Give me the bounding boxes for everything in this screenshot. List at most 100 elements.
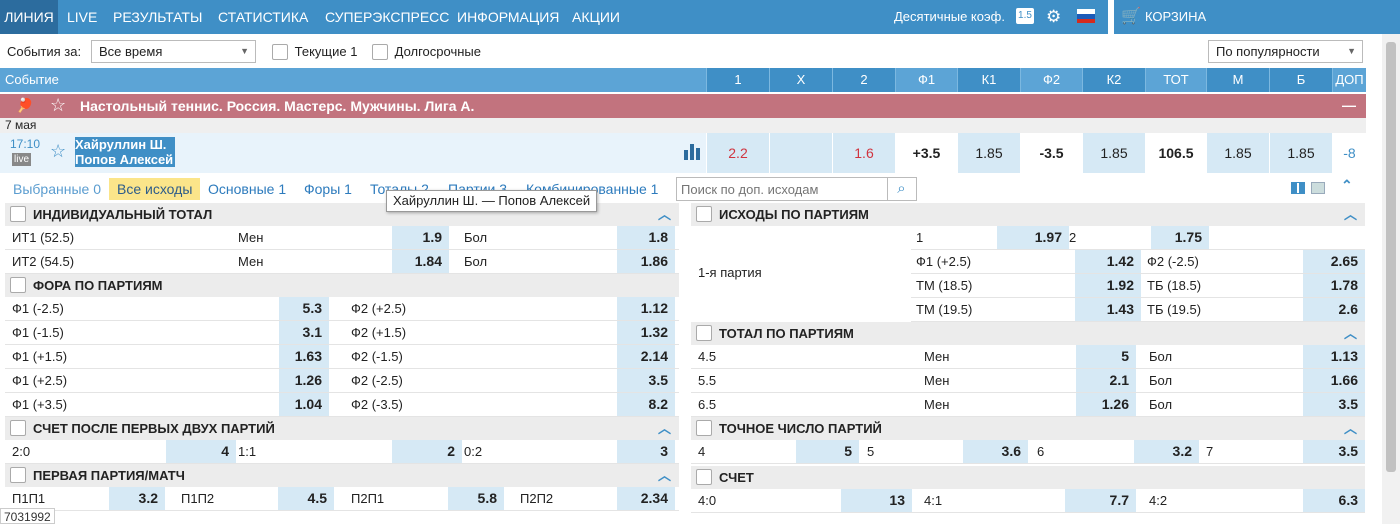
odd-value[interactable]: 3.2 xyxy=(109,487,165,510)
current-checkbox-wrap[interactable]: Текущие 1 xyxy=(272,43,357,60)
header-col-f1[interactable]: Ф1 xyxy=(895,68,957,92)
market-header[interactable]: ТОТАЛ ПО ПАРТИЯМ ︿ xyxy=(691,322,1365,345)
sort-select[interactable]: По популярности ▼ xyxy=(1208,40,1363,63)
tab-selected[interactable]: Выбранные 0 xyxy=(13,178,101,200)
header-col-m[interactable]: М xyxy=(1206,68,1269,92)
current-checkbox[interactable] xyxy=(272,43,288,60)
period-select[interactable]: Все время ▼ xyxy=(91,40,256,63)
odd-value[interactable]: 1.92 xyxy=(1075,274,1141,297)
odd-x[interactable] xyxy=(769,133,832,173)
tab-fora[interactable]: Форы 1 xyxy=(304,178,352,200)
scrollbar[interactable] xyxy=(1382,34,1400,524)
market-header[interactable]: ФОРА ПО ПАРТИЯМ xyxy=(5,274,679,297)
odd-value[interactable]: 1.04 xyxy=(279,393,329,416)
chevron-up-icon[interactable]: ︿ xyxy=(1344,322,1357,345)
decimal-odds-label[interactable]: Десятичные коэф. xyxy=(894,0,1005,34)
odd-value[interactable]: 2.65 xyxy=(1303,250,1365,273)
odd-k1[interactable]: 1.85 xyxy=(957,133,1020,173)
cart-icon[interactable]: 🛒 xyxy=(1121,0,1141,34)
odd-value[interactable]: 1.12 xyxy=(617,297,675,320)
collapse-icon[interactable]: — xyxy=(1342,94,1356,116)
two-column-view-icon[interactable] xyxy=(1291,182,1305,194)
odd-value[interactable]: 2.6 xyxy=(1303,298,1365,321)
market-checkbox[interactable] xyxy=(10,206,26,222)
odd-value[interactable]: 5.8 xyxy=(448,487,504,510)
odd-2[interactable]: 1.6 xyxy=(832,133,895,173)
odd-value[interactable]: 1.66 xyxy=(1303,369,1365,392)
odd-value[interactable]: 3.2 xyxy=(1134,440,1199,463)
odd-value[interactable]: 2.1 xyxy=(1076,369,1136,392)
market-checkbox[interactable] xyxy=(696,325,712,341)
odd-value[interactable]: 1.8 xyxy=(617,226,675,249)
league-row[interactable]: 🏓 ☆ Настольный теннис. Россия. Мастерс. … xyxy=(0,94,1366,118)
odd-value[interactable]: 3.5 xyxy=(617,369,675,392)
search-input[interactable] xyxy=(676,177,888,201)
russia-flag-icon[interactable] xyxy=(1077,9,1095,23)
odd-value[interactable]: 5.3 xyxy=(279,297,329,320)
odd-value[interactable]: 1.42 xyxy=(1075,250,1141,273)
nav-promo[interactable]: АКЦИИ xyxy=(572,0,620,34)
odd-value[interactable]: 3.5 xyxy=(1303,393,1365,416)
header-col-f2[interactable]: Ф2 xyxy=(1020,68,1082,92)
market-header[interactable]: СЧЕТ xyxy=(691,466,1365,489)
market-checkbox[interactable] xyxy=(10,467,26,483)
stats-chart-icon[interactable] xyxy=(684,142,702,160)
gear-icon[interactable]: ⚙ xyxy=(1046,0,1061,34)
market-checkbox[interactable] xyxy=(696,206,712,222)
nav-superexpress[interactable]: СУПЕРЭКСПРЕСС xyxy=(325,0,449,34)
odd-value[interactable]: 1.32 xyxy=(617,321,675,344)
chevron-up-icon[interactable]: ︿ xyxy=(658,203,671,226)
market-checkbox[interactable] xyxy=(10,277,26,293)
odd-value[interactable]: 6.3 xyxy=(1303,489,1365,512)
star-icon[interactable]: ☆ xyxy=(50,95,66,116)
odd-value[interactable]: 2.34 xyxy=(617,487,675,510)
odd-value[interactable]: 7.7 xyxy=(1065,489,1136,512)
header-col-dop[interactable]: ДОП xyxy=(1332,68,1366,92)
odd-value[interactable]: 8.2 xyxy=(617,393,675,416)
odd-value[interactable]: 2.14 xyxy=(617,345,675,368)
one-column-view-icon[interactable] xyxy=(1311,182,1325,194)
market-header[interactable]: СЧЕТ ПОСЛЕ ПЕРВЫХ ДВУХ ПАРТИЙ ︿ xyxy=(5,417,679,440)
odd-m[interactable]: 1.85 xyxy=(1206,133,1269,173)
odd-value[interactable]: 1.78 xyxy=(1303,274,1365,297)
tab-all[interactable]: Все исходы xyxy=(109,178,201,200)
odd-value[interactable]: 1.43 xyxy=(1075,298,1141,321)
header-col-b[interactable]: Б xyxy=(1269,68,1332,92)
odd-value[interactable]: 3.6 xyxy=(963,440,1028,463)
odd-value[interactable]: 1.13 xyxy=(1303,345,1365,368)
odd-value[interactable]: 5 xyxy=(1076,345,1136,368)
odd-value[interactable]: 4 xyxy=(166,440,236,463)
longterm-checkbox[interactable] xyxy=(372,43,388,60)
odd-value[interactable]: 2 xyxy=(392,440,462,463)
scrollbar-thumb[interactable] xyxy=(1386,42,1396,472)
header-col-tot[interactable]: ТОТ xyxy=(1145,68,1206,92)
cart-label[interactable]: КОРЗИНА xyxy=(1145,0,1206,34)
odd-value[interactable]: 1.26 xyxy=(279,369,329,392)
market-header[interactable]: ПЕРВАЯ ПАРТИЯ/МАТЧ ︿ xyxy=(5,464,679,487)
odd-b[interactable]: 1.85 xyxy=(1269,133,1332,173)
odd-value[interactable]: 3.5 xyxy=(1303,440,1365,463)
market-checkbox[interactable] xyxy=(696,420,712,436)
odd-value[interactable]: 1.63 xyxy=(279,345,329,368)
collapse-all-icon[interactable]: ⌃ xyxy=(1341,177,1353,194)
decimal-odds-badge[interactable]: 1.5 xyxy=(1016,8,1034,24)
header-col-1[interactable]: 1 xyxy=(706,68,769,92)
event-teams[interactable]: Хайруллин Ш. Попов Алексей xyxy=(75,137,176,167)
header-col-2[interactable]: 2 xyxy=(832,68,895,92)
search-icon[interactable]: ⌕ xyxy=(887,177,917,201)
chevron-up-icon[interactable]: ︿ xyxy=(1344,203,1357,226)
tab-main[interactable]: Основные 1 xyxy=(208,178,286,200)
header-col-x[interactable]: X xyxy=(769,68,832,92)
star-icon[interactable]: ☆ xyxy=(50,141,66,162)
odd-value[interactable]: 4.5 xyxy=(278,487,334,510)
market-header[interactable]: ИСХОДЫ ПО ПАРТИЯМ ︿ xyxy=(691,203,1365,226)
nav-info[interactable]: ИНФОРМАЦИЯ xyxy=(457,0,559,34)
market-checkbox[interactable] xyxy=(10,420,26,436)
event-row[interactable]: 17:10 live ☆ Хайруллин Ш. Попов Алексей … xyxy=(0,133,1366,173)
longterm-checkbox-wrap[interactable]: Долгосрочные xyxy=(372,43,481,60)
chevron-up-icon[interactable]: ︿ xyxy=(1344,417,1357,440)
odd-value[interactable]: 1.97 xyxy=(997,226,1069,249)
odd-value[interactable]: 1.84 xyxy=(392,250,449,273)
chevron-up-icon[interactable]: ︿ xyxy=(658,464,671,487)
header-col-k1[interactable]: К1 xyxy=(957,68,1020,92)
